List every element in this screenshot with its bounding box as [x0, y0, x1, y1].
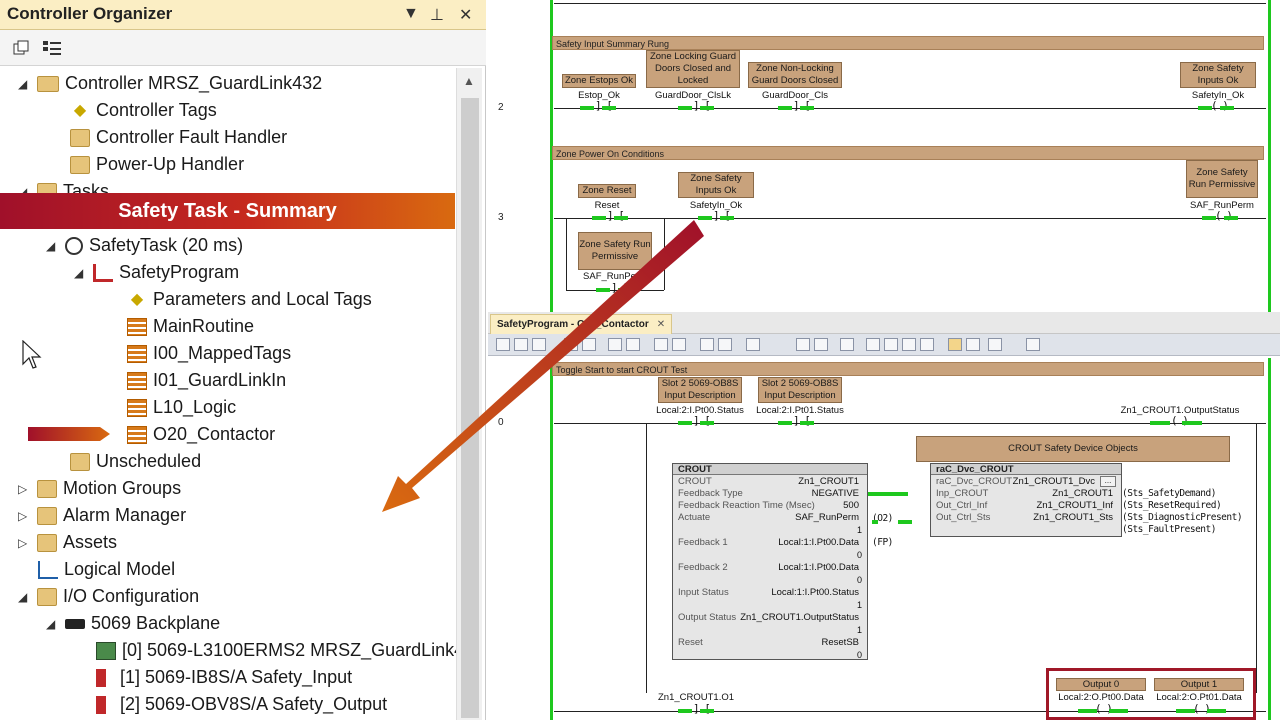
zoom-in-icon[interactable] [796, 338, 810, 351]
annotation-arrow-icon [382, 220, 704, 512]
crout-param-row[interactable]: Feedback 2 Local:1:I.Pt00.Data [678, 562, 859, 574]
xic-contact[interactable]: ] [ [778, 99, 814, 112]
toolbar-tool-icon[interactable] [866, 338, 880, 351]
dvc-output-pin: (Sts_SafetyDemand) [1122, 488, 1216, 499]
output-module-icon [96, 696, 106, 715]
dvc-crout-instruction-block[interactable]: raC_Dvc_CROUT raC_Dvc_CROUT Zn1_CROUT1_Dv… [930, 463, 1122, 537]
dvc-output-pin: (Sts_ResetRequired) [1122, 500, 1222, 511]
tree-item-controller-tags[interactable]: ◆ Controller Tags [70, 97, 217, 123]
toolbar-tool-icon[interactable] [902, 338, 916, 351]
controller-module-icon [96, 642, 116, 661]
close-icon[interactable]: ✕ [459, 5, 472, 25]
folder-icon [70, 156, 90, 175]
tree-item-slot2[interactable]: [2] 5069-OBV8S/A Safety_Output [96, 691, 387, 717]
xic-contact[interactable]: ] [ [778, 414, 814, 427]
dvc-header: raC_Dvc_CROUT [931, 464, 1121, 475]
param-value: 0 [856, 575, 862, 585]
view-options-icon[interactable] [42, 39, 62, 57]
dvc-output-pin: (Sts_FaultPresent) [1122, 524, 1216, 535]
collapse-icon[interactable]: ◢ [18, 71, 32, 97]
toolbar-tool-icon[interactable] [884, 338, 898, 351]
toolbar-tool-icon[interactable] [988, 338, 1002, 351]
tag-description: Zone Estops Ok [562, 74, 636, 88]
dvc-output-pin: (Sts_DiagnosticPresent) [1122, 512, 1243, 523]
toolbar-tool-icon[interactable] [948, 338, 962, 351]
tree-item-slot0[interactable]: [0] 5069-L3100ERMS2 MRSZ_GuardLink432 [96, 637, 456, 663]
backplane-icon [65, 619, 86, 630]
tag-description: Zone Safety Inputs Ok [1180, 62, 1256, 88]
crout-param-row[interactable]: Input Status Local:1:I.Pt00.Status [678, 587, 859, 599]
tag-icon: ◆ [73, 102, 87, 120]
organizer-toolbar [0, 30, 486, 66]
toolbar-tool-icon[interactable] [718, 338, 732, 351]
tree-item-controller[interactable]: ◢ Controller MRSZ_GuardLink432 [18, 70, 322, 96]
tag-description: Zone Reset [578, 184, 636, 198]
param-value: 1 [856, 600, 862, 610]
folder-icon [70, 129, 90, 148]
pin-icon[interactable]: ⊥ [430, 5, 444, 25]
scroll-up-icon[interactable]: ▲ [463, 74, 475, 88]
zoom-out-icon[interactable] [814, 338, 828, 351]
rung-wire [554, 108, 1266, 109]
dvc-param-row[interactable]: raC_Dvc_CROUT Zn1_CROUT1_Dvc [936, 476, 1095, 488]
param-value: 0 [856, 550, 862, 560]
xic-contact[interactable]: ] [ [580, 99, 616, 112]
collapse-icon[interactable]: ◢ [18, 584, 32, 610]
highlight-box [1046, 668, 1256, 720]
tree-item-backplane[interactable]: ◢ 5069 Backplane [46, 610, 220, 636]
organizer-title-bar: Controller Organizer ▼ ⊥ ✕ [0, 0, 486, 30]
rung-wire [554, 3, 1266, 4]
rung-comment: Zone Power On Conditions [552, 146, 1264, 160]
tag-description: Zone Locking Guard Doors Closed and Lock… [646, 50, 740, 88]
crout-param-row[interactable]: Output Status Zn1_CROUT1.OutputStatus [678, 612, 859, 624]
toolbar-tool-icon[interactable] [920, 338, 934, 351]
ote-coil[interactable]: ( ) [1202, 209, 1238, 222]
rung-comment: Safety Input Summary Rung [552, 36, 1264, 50]
tree-item-slot1[interactable]: [1] 5069-IB8S/A Safety_Input [96, 664, 352, 690]
dvc-param-row[interactable]: Out_Ctrl_Inf Zn1_CROUT1_Inf [936, 500, 1113, 512]
xic-contact[interactable]: ] [ [678, 702, 714, 715]
tree-item-io-config[interactable]: ◢ I/O Configuration [18, 583, 199, 609]
param-value: 0 [856, 650, 862, 660]
toolbar-tool-icon[interactable] [966, 338, 980, 351]
output-pin-wire [872, 516, 912, 526]
param-value: 1 [856, 525, 862, 535]
xic-contact[interactable]: ] [ [678, 99, 714, 112]
right-power-rail [1268, 0, 1271, 312]
right-power-rail [1268, 358, 1271, 720]
rung-wire [554, 218, 1266, 219]
collapse-icon[interactable]: ◢ [46, 611, 60, 637]
tree-item-logical-model[interactable]: Logical Model [38, 556, 175, 582]
toolbar-tool-icon[interactable] [746, 338, 760, 351]
controller-folder-icon [37, 76, 60, 93]
collapse-all-icon[interactable] [12, 39, 32, 57]
browse-button[interactable]: ... [1100, 476, 1116, 487]
logical-model-icon [38, 561, 58, 580]
organizer-title: Controller Organizer [7, 4, 173, 23]
dropdown-icon[interactable]: ▼ [403, 5, 419, 23]
rung-number: 2 [498, 102, 504, 113]
tree-item-powerup-handler[interactable]: Power-Up Handler [70, 151, 244, 177]
crout-param-row[interactable]: Reset ResetSB [678, 637, 859, 649]
dvc-param-row[interactable]: Out_Ctrl_Sts Zn1_CROUT1_Sts [936, 512, 1113, 524]
branch-wire [1256, 423, 1257, 693]
param-value: 1 [856, 625, 862, 635]
tree-item-fault-handler[interactable]: Controller Fault Handler [70, 124, 287, 150]
ladder-editor-area: Safety Input Summary Rung 2 Zone Estops … [382, 0, 1280, 720]
input-module-icon [96, 669, 106, 688]
aoi-description: CROUT Safety Device Objects [916, 436, 1230, 462]
tag-description: Zone Non-Locking Guard Doors Closed [748, 62, 842, 88]
tag-description: Slot 2 5069-OB8S Input Description [758, 377, 842, 403]
crout-output-pin-fp: (FP) [872, 537, 893, 548]
toolbar-tool-icon[interactable] [840, 338, 854, 351]
dvc-param-row[interactable]: Inp_CROUT Zn1_CROUT1 [936, 488, 1113, 500]
tag-description: Zone Safety Inputs Ok [678, 172, 754, 198]
toolbar-tool-icon[interactable] [1026, 338, 1040, 351]
folder-icon [37, 588, 58, 607]
ote-coil[interactable]: ( ) [1198, 99, 1234, 112]
tag-description: Zone Safety Run Permissive [1186, 160, 1258, 198]
output-pin-wire [868, 488, 910, 498]
ote-coil[interactable]: ( ) [1150, 414, 1202, 427]
